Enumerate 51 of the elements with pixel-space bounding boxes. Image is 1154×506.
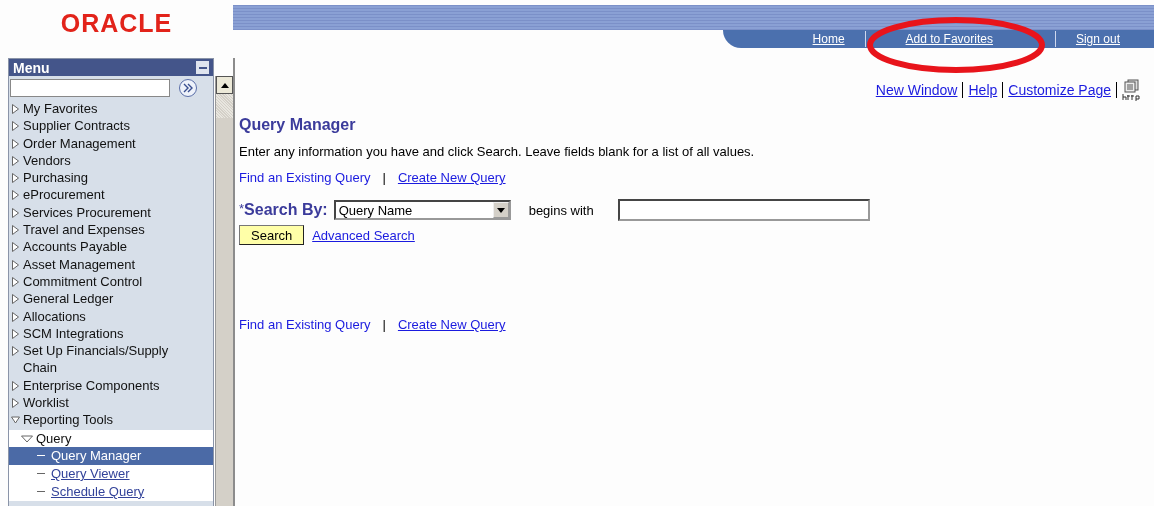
menu-item[interactable]: Services Procurement [9,203,213,222]
search-by-label: *Search By: [239,201,328,219]
collapse-icon[interactable] [196,61,209,74]
menu-item[interactable]: Vendors [9,151,213,170]
query-link[interactable]: Find an Existing Query [239,170,371,185]
menu-item[interactable]: eProcurement [9,186,213,204]
query-link[interactable]: Create New Query [397,170,506,185]
menu-item[interactable]: Asset Management [9,255,213,273]
menu-item[interactable]: Allocations [9,307,213,325]
advanced-search-link[interactable]: Advanced Search [312,227,415,243]
http-page-icon[interactable] [1122,79,1142,101]
go-icon[interactable] [178,78,198,98]
oracle-logo: ORACLE [60,10,173,36]
header-link[interactable]: Sign out [1075,32,1120,46]
menu-search-field[interactable] [10,79,170,97]
search-input-field[interactable] [617,199,870,221]
page-title: Query Manager [239,116,357,134]
menu-leaf-item[interactable]: Query Viewer [9,464,213,483]
scroll-thumb[interactable] [216,94,233,118]
header-link[interactable]: Home [812,32,845,46]
menu-item[interactable]: Travel and Expenses [9,221,213,239]
scroll-up-button[interactable] [216,76,233,94]
menu-item[interactable]: Query [9,429,213,447]
menu-item[interactable]: Enterprise Components [9,376,213,395]
search-button[interactable]: Search [239,225,305,245]
page-link[interactable]: Customize Page [1008,82,1111,98]
menu-leaf-item[interactable]: Query Manager [9,446,213,465]
header-link[interactable]: Add to Favorites [905,32,993,46]
menu-item[interactable]: Worklist [9,394,213,412]
menu-item[interactable]: Order Management [9,134,213,152]
menu-title: Menu [13,59,50,76]
menu-item[interactable]: General Ledger [9,290,213,308]
query-link[interactable]: Find an Existing Query [239,317,371,332]
instructions-text: Enter any information you have and click Search. Leave fields blank for a list of all values. [239,144,756,159]
menu-item[interactable]: Supplier Contracts [9,117,213,135]
search-by-dropdown[interactable]: Query Name [333,200,511,220]
page-link[interactable]: New Window [875,82,958,98]
menu-item[interactable]: SCM Integrations [9,324,213,343]
scrollbar[interactable] [215,76,233,506]
menu-item[interactable]: Set Up Financials/Supply Chain [9,342,213,377]
page-link[interactable]: Help [968,82,998,98]
separator: | [382,317,386,332]
menu-leaf-item[interactable]: Schedule Query [9,482,213,501]
operator-label: begins with [528,202,594,218]
menu-item[interactable]: Commitment Control [9,272,213,291]
menu-item[interactable]: Reporting Tools [9,411,213,429]
query-link[interactable]: Create New Query [397,317,506,332]
menu-item[interactable]: Accounts Payable [9,238,213,256]
menu-item[interactable]: My Favorites [9,100,213,118]
menu-item[interactable]: Purchasing [9,169,213,187]
separator: | [382,170,386,185]
